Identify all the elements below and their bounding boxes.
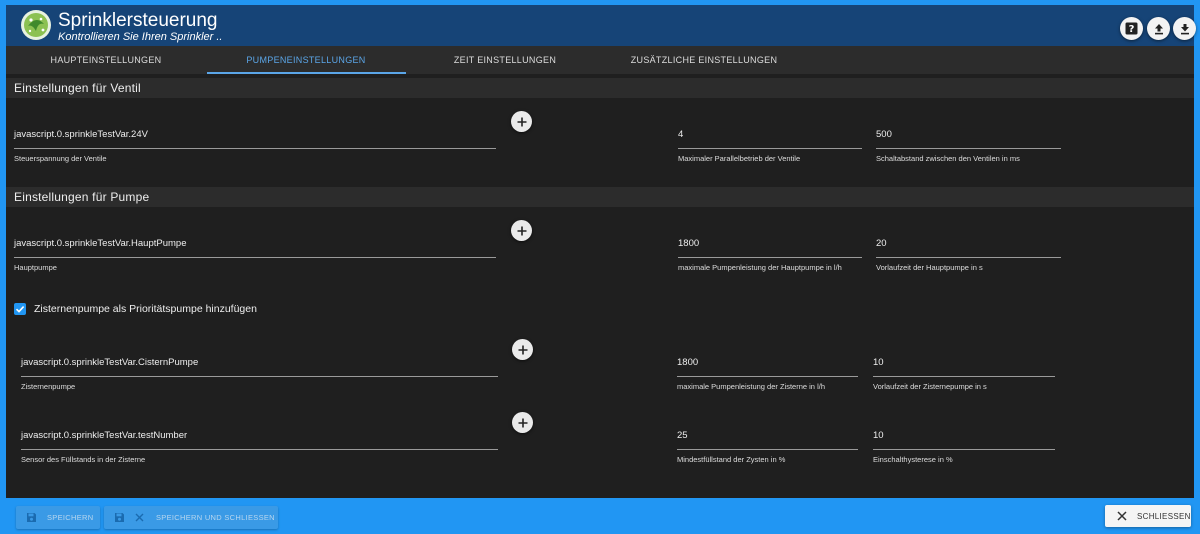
cistern-pump-underline — [21, 376, 498, 377]
add-cistern-pump-button[interactable] — [512, 339, 533, 360]
save-and-close-button[interactable]: SPEICHERN UND SCHLIESSEN — [104, 506, 278, 529]
hysteresis-label: Einschalthysterese in % — [873, 455, 953, 464]
add-level-sensor-button[interactable] — [512, 412, 533, 433]
upload-icon — [1154, 23, 1163, 34]
plus-icon — [517, 226, 526, 235]
cistern-pump-label: Zisternenpumpe — [21, 382, 76, 391]
hysteresis-input[interactable]: 10 — [873, 430, 884, 441]
min-level-label: Mindestfüllstand der Zysten in % — [677, 455, 786, 464]
main-pump-lead-time-label: Vorlaufzeit der Hauptpumpe in s — [876, 263, 983, 272]
save-icon — [27, 513, 36, 522]
cistern-capacity-input[interactable]: 1800 — [677, 357, 698, 368]
plus-icon — [518, 418, 527, 427]
download-icon — [1180, 23, 1189, 34]
cistern-lead-time-label: Vorlaufzeit der Zisternepumpe in s — [873, 382, 987, 391]
switch-interval-underline — [876, 148, 1061, 149]
max-parallel-input[interactable]: 4 — [678, 129, 683, 140]
save-button-label: SPEICHERN — [47, 513, 94, 522]
section-title-ventil: Einstellungen für Ventil — [6, 78, 1194, 98]
add-ventil-object-button[interactable] — [511, 111, 532, 132]
tab-zusaetzliche-einstellungen[interactable]: ZUSÄTZLICHE EINSTELLUNGEN — [604, 46, 804, 74]
app-subtitle: Kontrollieren Sie Ihren Sprinkler .. — [58, 31, 223, 43]
tab-zeit-einstellungen[interactable]: ZEIT EINSTELLUNGEN — [405, 46, 605, 74]
main-pump-capacity-label: maximale Pumpenleistung der Hauptpumpe i… — [678, 263, 842, 272]
upload-button[interactable] — [1147, 17, 1170, 40]
main-pump-lead-time-underline — [876, 257, 1061, 258]
section-title-pumpe: Einstellungen für Pumpe — [6, 187, 1194, 207]
close-icon — [135, 513, 144, 522]
main-pump-capacity-input[interactable]: 1800 — [678, 238, 699, 249]
add-main-pump-button[interactable] — [511, 220, 532, 241]
main-pump-capacity-underline — [678, 257, 862, 258]
app-title: Sprinklersteuerung — [58, 10, 218, 31]
checkmark-icon — [15, 306, 25, 313]
control-voltage-underline — [14, 148, 496, 149]
switch-interval-input[interactable]: 500 — [876, 129, 892, 140]
close-button[interactable]: SCHLIESSEN — [1105, 505, 1191, 527]
cistern-priority-label[interactable]: Zisternenpumpe als Prioritätspumpe hinzu… — [34, 303, 257, 315]
plus-icon — [517, 117, 526, 126]
help-button[interactable]: ? — [1120, 17, 1143, 40]
max-parallel-underline — [678, 148, 862, 149]
hysteresis-underline — [873, 449, 1055, 450]
tab-bar: HAUPTEINSTELLUNGEN PUMPENEINSTELLUNGEN Z… — [6, 46, 1194, 74]
cistern-pump-input[interactable]: javascript.0.sprinkleTestVar.CisternPump… — [21, 357, 198, 368]
cistern-lead-time-underline — [873, 376, 1055, 377]
main-pump-input[interactable]: javascript.0.sprinkleTestVar.HauptPumpe — [14, 238, 187, 249]
switch-interval-label: Schaltabstand zwischen den Ventilen in m… — [876, 154, 1020, 163]
sprinkler-logo-icon — [21, 10, 51, 40]
cistern-capacity-underline — [677, 376, 858, 377]
app-header: Sprinklersteuerung Kontrollieren Sie Ihr… — [6, 5, 1196, 46]
save-icon — [115, 513, 124, 522]
cistern-priority-checkbox[interactable] — [14, 303, 26, 315]
main-pump-underline — [14, 257, 496, 258]
tab-pumpeneinstellungen[interactable]: PUMPENEINSTELLUNGEN — [206, 46, 406, 74]
level-sensor-label: Sensor des Füllstands in der Zisterne — [21, 455, 146, 464]
main-pump-lead-time-input[interactable]: 20 — [876, 238, 887, 249]
cistern-capacity-label: maximale Pumpenleistung der Zisterne in … — [677, 382, 825, 391]
save-button[interactable]: SPEICHERN — [16, 506, 100, 529]
max-parallel-label: Maximaler Parallelbetrieb der Ventile — [678, 154, 801, 163]
min-level-input[interactable]: 25 — [677, 430, 688, 441]
close-icon — [1117, 511, 1127, 521]
level-sensor-underline — [21, 449, 498, 450]
download-button[interactable] — [1173, 17, 1196, 40]
save-and-close-button-label: SPEICHERN UND SCHLIESSEN — [156, 513, 275, 522]
main-content: Einstellungen für Ventil javascript.0.sp… — [6, 74, 1194, 498]
cistern-lead-time-input[interactable]: 10 — [873, 357, 884, 368]
svg-text:?: ? — [1129, 24, 1135, 35]
plus-icon — [518, 345, 527, 354]
tab-haupteinstellungen[interactable]: HAUPTEINSTELLUNGEN — [6, 46, 206, 74]
close-button-label: SCHLIESSEN — [1137, 511, 1191, 521]
help-icon: ? — [1125, 22, 1138, 35]
level-sensor-input[interactable]: javascript.0.sprinkleTestVar.testNumber — [21, 430, 187, 441]
main-pump-label: Hauptpumpe — [14, 263, 57, 272]
footer-bar: SPEICHERN SPEICHERN UND SCHLIESSEN SCHLI… — [6, 498, 1194, 530]
control-voltage-label: Steuerspannung der Ventile — [14, 154, 107, 163]
control-voltage-input[interactable]: javascript.0.sprinkleTestVar.24V — [14, 129, 148, 140]
min-level-underline — [677, 449, 858, 450]
